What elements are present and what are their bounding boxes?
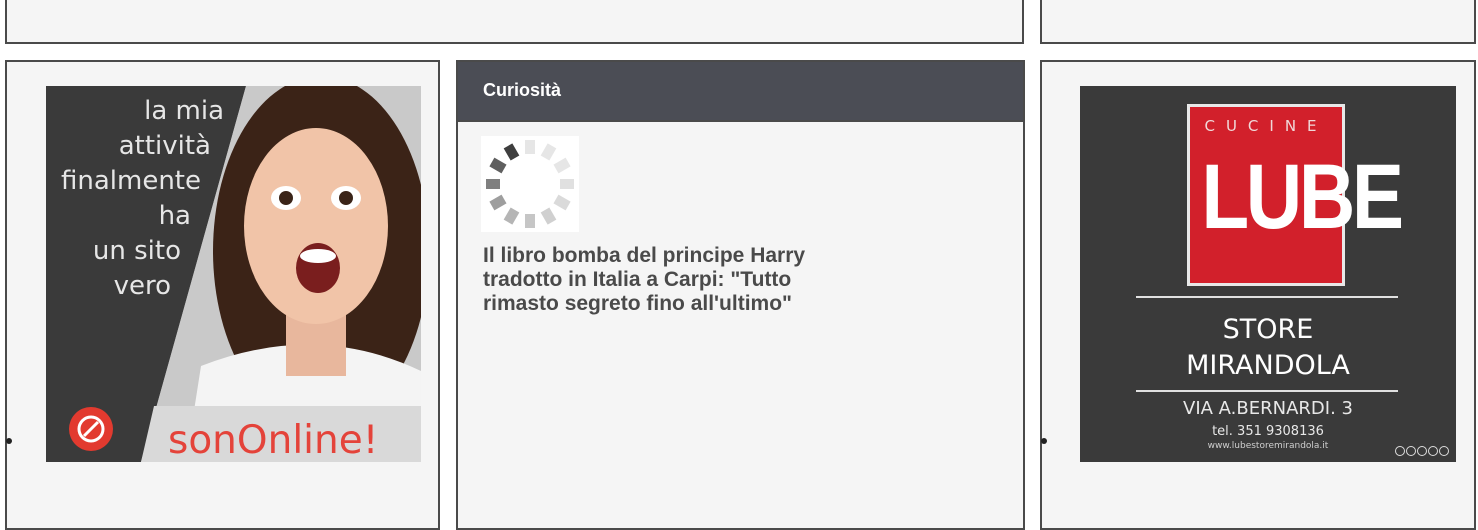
lube-store-ad[interactable]: CUCINE LUBE STORE MIRANDOLA VIA A.BERNAR… [1080, 86, 1456, 462]
section-title: Curiosità [483, 80, 562, 100]
lube-brand: LUBE [1201, 146, 1404, 248]
social-icon-5 [1439, 446, 1449, 456]
store-address: VIA A.BERNARDI. 3 [1183, 398, 1353, 419]
social-icon-2 [1406, 446, 1416, 456]
cucine-label: CUCINE [1204, 117, 1328, 135]
ad-tagline-line: vero [113, 271, 171, 301]
top-left-panel [5, 0, 1024, 44]
ad-tagline-line: un sito [92, 236, 181, 266]
store-label: STORE [1222, 314, 1314, 345]
social-icons [1395, 446, 1449, 456]
ad-tagline-line: attività [118, 131, 211, 161]
social-icon-1 [1395, 446, 1405, 456]
ad-tagline-line: la mia [144, 96, 224, 126]
sononline-brand: sonOnline! [168, 418, 379, 462]
ad-tagline-line: finalmente [60, 166, 201, 196]
ad-tagline-line: ha [158, 201, 191, 231]
social-icon-4 [1428, 446, 1438, 456]
divider [1136, 390, 1398, 392]
store-city: MIRANDOLA [1186, 350, 1350, 381]
store-phone: tel. 351 9308136 [1212, 424, 1324, 439]
loading-spinner-icon [481, 136, 579, 232]
social-icon-3 [1417, 446, 1427, 456]
sononline-ad[interactable]: la mia attività finalmente ha un sito ve… [46, 86, 421, 462]
list-bullet [1041, 438, 1047, 444]
list-bullet [6, 438, 12, 444]
top-right-panel [1040, 0, 1476, 44]
lube-logo: CUCINE LUBE [1187, 104, 1404, 286]
divider [1136, 296, 1398, 298]
article-title-link[interactable]: Il libro bomba del principe Harry tradot… [483, 244, 823, 316]
